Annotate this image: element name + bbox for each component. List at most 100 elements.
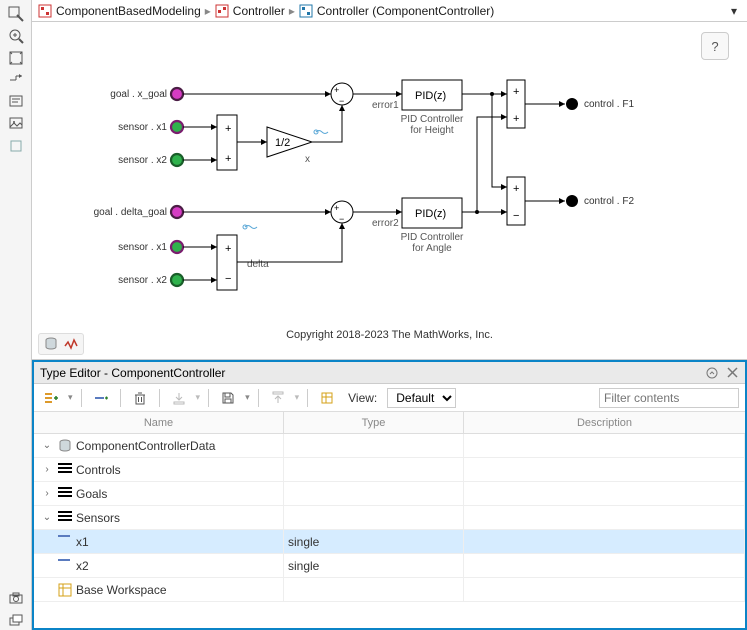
svg-text:PID Controllerfor Height: PID Controllerfor Height <box>401 114 464 136</box>
dict-icon <box>58 439 72 453</box>
svg-text:PID(z): PID(z) <box>415 90 446 102</box>
filter-contents-input[interactable] <box>599 388 739 408</box>
expander-icon[interactable]: ⌄ <box>40 512 54 523</box>
svg-text:sensor . x1: sensor . x1 <box>118 242 167 253</box>
view-label: View: <box>348 391 377 405</box>
row-name: Controls <box>76 463 121 477</box>
zoom-fit-icon[interactable] <box>6 4 26 24</box>
svg-text:goal . delta_goal: goal . delta_goal <box>94 207 167 218</box>
model-icon <box>38 4 52 18</box>
type-editor-titlebar: Type Editor - ComponentController <box>34 362 745 384</box>
export-icon[interactable] <box>267 387 289 409</box>
modelref-icon <box>299 4 313 18</box>
svg-text:PID(z): PID(z) <box>415 208 446 220</box>
expander-icon[interactable]: › <box>40 488 54 499</box>
expander-icon[interactable]: ⌄ <box>40 440 54 451</box>
minimize-icon[interactable] <box>705 366 719 380</box>
svg-text:+: + <box>225 153 231 165</box>
svg-text:+: + <box>513 86 519 98</box>
bus-icon <box>58 511 72 525</box>
diagram-canvas[interactable]: ? goal . x_goal sensor . x1 sensor . x2 … <box>32 22 747 360</box>
svg-text:error2: error2 <box>372 218 399 229</box>
box-icon[interactable] <box>6 136 26 156</box>
svg-text:+: + <box>513 183 519 195</box>
diagnostics-icon[interactable] <box>63 336 79 352</box>
row-name: ComponentControllerData <box>76 439 215 453</box>
type-editor-body[interactable]: ⌄ ComponentControllerData › Controls › Goals ⌄… <box>34 434 745 628</box>
svg-text:PID Controllerfor Angle: PID Controllerfor Angle <box>401 232 464 254</box>
svg-text:−: − <box>225 273 231 285</box>
svg-text:sensor . x1: sensor . x1 <box>118 122 167 133</box>
diagram-svg: goal . x_goal sensor . x1 sensor . x2 + … <box>32 22 747 342</box>
svg-text:−: − <box>513 210 519 222</box>
col-type[interactable]: Type <box>284 412 464 433</box>
delete-icon[interactable] <box>129 387 151 409</box>
svg-text:delta: delta <box>247 259 269 270</box>
inport-sensor-x2-lower[interactable]: sensor . x2 <box>118 274 183 286</box>
layers-icon[interactable] <box>6 610 26 630</box>
breadcrumb-item-1[interactable]: Controller <box>215 4 285 18</box>
type-row-x2[interactable]: x2single <box>34 554 745 578</box>
save-icon[interactable] <box>217 387 239 409</box>
svg-text:+: + <box>334 203 339 213</box>
sum-error2-block[interactable]: + − <box>331 201 353 224</box>
expander-icon[interactable]: › <box>40 464 54 475</box>
step-icon[interactable] <box>6 70 26 90</box>
breadcrumb-label-0: ComponentBasedModeling <box>56 4 201 18</box>
copyright-text: Copyright 2018-2023 The MathWorks, Inc. <box>32 329 747 341</box>
type-editor-toolbar: ▾ ▾ ▾ ▾ View: Default <box>34 384 745 412</box>
col-name[interactable]: Name <box>34 412 284 433</box>
breadcrumb-item-2[interactable]: Controller (ComponentController) <box>299 4 494 18</box>
svg-text:error1: error1 <box>372 100 399 111</box>
import-icon[interactable] <box>168 387 190 409</box>
breadcrumb-label-2: Controller (ComponentController) <box>317 4 494 18</box>
new-bus-icon[interactable] <box>40 387 62 409</box>
inport-sensor-x1-lower[interactable]: sensor . x1 <box>118 241 183 253</box>
col-desc[interactable]: Description <box>464 412 745 433</box>
new-element-icon[interactable] <box>90 387 112 409</box>
gain-half-block[interactable]: 1/2 <box>267 127 312 157</box>
sources-icon[interactable] <box>316 387 338 409</box>
inport-sensor-x2-upper[interactable]: sensor . x2 <box>118 154 183 166</box>
breadcrumb-dropdown-icon[interactable]: ▾ <box>727 4 741 18</box>
svg-text:sensor . x2: sensor . x2 <box>118 275 167 286</box>
type-row-base-workspace[interactable]: Base Workspace <box>34 578 745 602</box>
row-name: Base Workspace <box>76 583 167 597</box>
row-type: single <box>288 535 319 549</box>
type-row-controls[interactable]: › Controls <box>34 458 745 482</box>
svg-text:control . F1: control . F1 <box>584 99 634 110</box>
svg-text:−: − <box>339 214 344 224</box>
sum-error1-block[interactable]: + − <box>331 83 353 106</box>
fit-to-view-icon[interactable] <box>6 48 26 68</box>
outport-control-f1[interactable]: control . F1 <box>566 98 634 110</box>
outport-control-f2[interactable]: control . F2 <box>566 195 634 207</box>
row-name: x1 <box>76 535 89 549</box>
type-row-goals[interactable]: › Goals <box>34 482 745 506</box>
svg-text:1/2: 1/2 <box>275 137 290 149</box>
image-icon[interactable] <box>6 114 26 134</box>
canvas-footer-icons <box>38 333 84 355</box>
bus-icon <box>58 463 72 477</box>
inport-goal-delta_goal[interactable]: goal . delta_goal <box>94 206 183 218</box>
type-row-x1[interactable]: x1 single <box>34 530 745 554</box>
breadcrumb: ComponentBasedModeling ▸ Controller ▸ Co… <box>32 0 747 22</box>
zoom-in-icon[interactable] <box>6 26 26 46</box>
close-icon[interactable] <box>725 366 739 380</box>
row-name: Goals <box>76 487 107 501</box>
type-editor-columns: Name Type Description <box>34 412 745 434</box>
inport-sensor-x1-upper[interactable]: sensor . x1 <box>118 121 183 133</box>
annotation-icon[interactable] <box>6 92 26 112</box>
element-icon <box>58 535 72 549</box>
breadcrumb-item-0[interactable]: ComponentBasedModeling <box>38 4 201 18</box>
data-dict-icon[interactable] <box>43 336 59 352</box>
row-name: Sensors <box>76 511 120 525</box>
camera-icon[interactable] <box>6 588 26 608</box>
inport-goal-x_goal[interactable]: goal . x_goal <box>110 88 183 100</box>
type-row-componentcontrollerdata[interactable]: ⌄ ComponentControllerData <box>34 434 745 458</box>
type-row-sensors[interactable]: ⌄ Sensors <box>34 506 745 530</box>
svg-text:+: + <box>334 85 339 95</box>
view-select[interactable]: Default <box>387 388 456 408</box>
row-type: single <box>288 559 319 573</box>
svg-text:control . F2: control . F2 <box>584 196 634 207</box>
breadcrumb-label-1: Controller <box>233 4 285 18</box>
